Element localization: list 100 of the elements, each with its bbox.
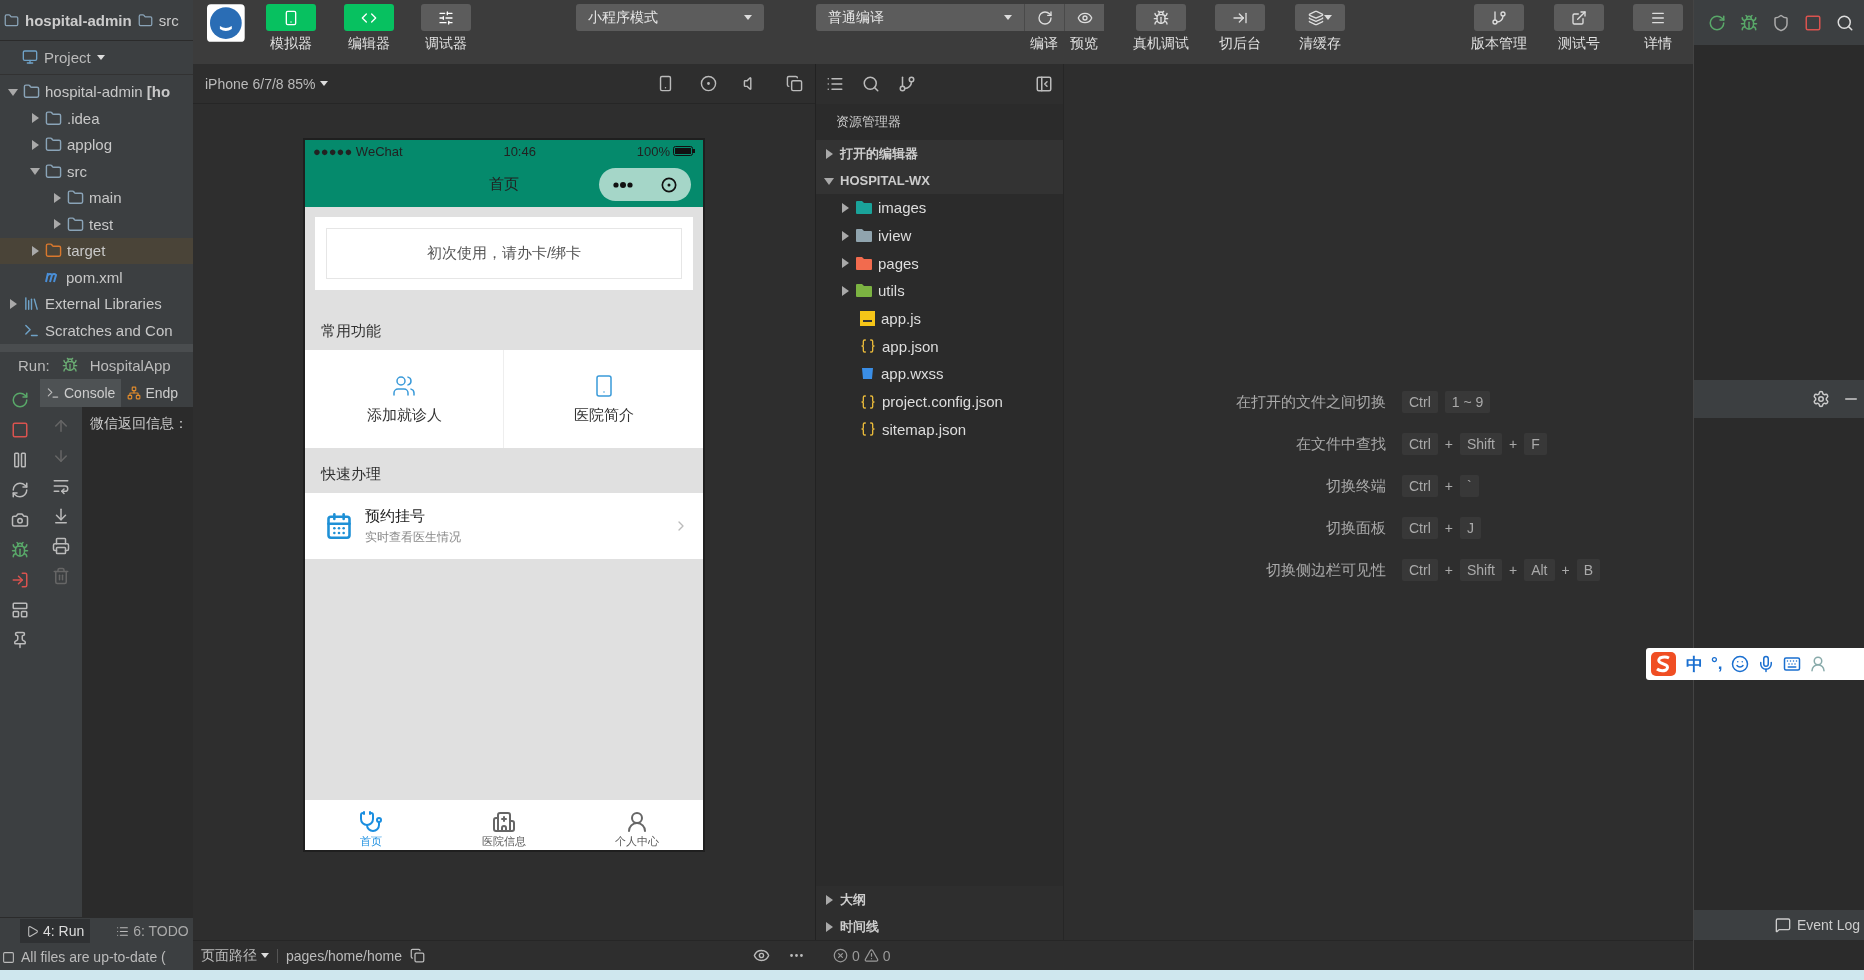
calendar-icon bbox=[325, 512, 353, 540]
file-item[interactable]: app.json bbox=[816, 332, 1063, 361]
pin-icon[interactable] bbox=[11, 631, 29, 650]
explorer-section[interactable]: HOSPITAL-WX bbox=[816, 167, 1063, 194]
collapsed-arrow-icon[interactable] bbox=[8, 298, 18, 309]
layout-icon[interactable] bbox=[11, 601, 29, 620]
keyboard-icon[interactable] bbox=[1782, 655, 1801, 673]
tree-item[interactable]: main bbox=[0, 184, 193, 212]
branch-icon[interactable] bbox=[898, 75, 916, 93]
device-select[interactable]: iPhone 6/7/8 85% bbox=[205, 75, 328, 92]
collapsed-arrow-icon[interactable] bbox=[30, 139, 40, 150]
collapsed-arrow-icon[interactable] bbox=[30, 245, 40, 256]
run-config-tab[interactable]: HospitalApp bbox=[89, 356, 171, 374]
file-item[interactable]: sitemap.json bbox=[816, 415, 1063, 444]
expanded-arrow-icon[interactable] bbox=[30, 166, 40, 177]
coverage-icon[interactable] bbox=[1772, 13, 1790, 32]
css-file-icon bbox=[860, 366, 875, 382]
search-icon[interactable] bbox=[1836, 13, 1854, 32]
console-tab[interactable]: Endp bbox=[121, 379, 185, 408]
project-view-selector[interactable]: Project bbox=[44, 48, 91, 66]
pause-icon[interactable] bbox=[11, 451, 29, 470]
tree-item[interactable]: applog bbox=[0, 131, 193, 159]
toolbar-button[interactable] bbox=[1136, 4, 1187, 31]
tree-item[interactable]: hospital-admin [ho bbox=[0, 78, 193, 106]
smiley-icon[interactable] bbox=[1730, 655, 1749, 673]
tab-bar-item[interactable]: 首页 bbox=[305, 800, 438, 850]
compile-select[interactable]: 普通编译 bbox=[815, 4, 1025, 31]
copy-icon[interactable] bbox=[409, 948, 425, 963]
tree-item[interactable]: target bbox=[0, 237, 193, 265]
punctuation-mode[interactable]: °, bbox=[1711, 654, 1723, 674]
file-item[interactable]: app.wxss bbox=[816, 360, 1063, 388]
debug-icon[interactable] bbox=[11, 541, 29, 560]
search-icon[interactable] bbox=[862, 75, 880, 93]
collapsed-arrow-icon[interactable] bbox=[52, 219, 62, 230]
file-item[interactable]: project.config.json bbox=[816, 387, 1063, 416]
arrow-icon bbox=[840, 258, 850, 269]
windows-icon[interactable] bbox=[786, 75, 803, 92]
expanded-arrow-icon[interactable] bbox=[8, 86, 18, 97]
rerun-icon[interactable] bbox=[1708, 13, 1726, 32]
wrap-text-icon[interactable] bbox=[52, 477, 70, 496]
compile-action-button[interactable] bbox=[1064, 4, 1105, 31]
breadcrumb-item[interactable]: src bbox=[158, 11, 179, 29]
more-icon[interactable] bbox=[613, 181, 633, 188]
warning-icon bbox=[863, 948, 879, 963]
mode-select[interactable]: 小程序模式 bbox=[576, 4, 764, 31]
feature-tile[interactable]: 医院简介 bbox=[504, 350, 703, 448]
tab-bar-item[interactable]: 个人中心 bbox=[570, 800, 703, 850]
tree-item[interactable]: pom.xml bbox=[0, 264, 193, 291]
collapsed-arrow-icon[interactable] bbox=[30, 113, 40, 124]
console-tab[interactable]: Console bbox=[40, 379, 122, 408]
view-toggle-button[interactable] bbox=[421, 4, 472, 31]
toolbar-button[interactable] bbox=[1553, 4, 1604, 31]
toolbar-button[interactable] bbox=[1215, 4, 1266, 31]
view-toggle-button[interactable] bbox=[266, 4, 317, 31]
button-label: 清缓存 bbox=[1298, 35, 1341, 53]
status-icon bbox=[2, 950, 15, 964]
file-item[interactable]: pages bbox=[816, 249, 1063, 278]
bind-card-button[interactable]: 初次使用，请办卡/绑卡 bbox=[326, 228, 682, 279]
rerun-icon[interactable] bbox=[11, 391, 29, 410]
tree-item[interactable]: Scratches and Con bbox=[0, 317, 193, 344]
debug-icon[interactable] bbox=[1740, 13, 1758, 32]
file-item[interactable]: app.js bbox=[816, 304, 1063, 333]
capsule-button[interactable] bbox=[599, 168, 691, 201]
camera-icon[interactable] bbox=[11, 511, 29, 530]
file-item[interactable]: utils bbox=[816, 277, 1063, 305]
phone-icon[interactable] bbox=[657, 75, 674, 92]
tree-item[interactable]: External Libraries bbox=[0, 290, 193, 318]
tool-window-tab[interactable]: 6: TODO bbox=[110, 919, 193, 944]
settings-icon[interactable] bbox=[1812, 390, 1830, 408]
file-item[interactable]: iview bbox=[816, 221, 1063, 250]
toolbar-button[interactable] bbox=[1474, 4, 1525, 31]
refresh-icon[interactable] bbox=[11, 481, 29, 500]
toolbar-button[interactable] bbox=[1633, 4, 1684, 31]
eye-icon[interactable] bbox=[753, 947, 770, 964]
tree-item[interactable]: .idea bbox=[0, 105, 193, 132]
view-toggle-button[interactable] bbox=[343, 4, 394, 31]
terminal-icon bbox=[46, 386, 60, 401]
folder-icon bbox=[45, 136, 62, 154]
print-icon[interactable] bbox=[52, 537, 70, 556]
tree-item[interactable]: test bbox=[0, 211, 193, 238]
tool-window-tab[interactable]: 4: Run bbox=[20, 919, 91, 944]
tree-item[interactable]: src bbox=[0, 158, 193, 185]
collapse-panel-icon[interactable] bbox=[1035, 75, 1053, 93]
feature-tile[interactable]: 添加就诊人 bbox=[305, 350, 504, 448]
stop-icon[interactable] bbox=[11, 421, 29, 440]
exit-icon[interactable] bbox=[11, 571, 29, 590]
page-path-selector[interactable]: 页面路径 bbox=[201, 946, 269, 965]
list-icon[interactable] bbox=[826, 75, 844, 93]
stop-icon[interactable] bbox=[1804, 13, 1822, 32]
scroll-to-end-icon[interactable] bbox=[52, 507, 70, 526]
list-item[interactable]: 预约挂号 实时查看医生情况 bbox=[305, 493, 703, 559]
breadcrumb-item[interactable]: hospital-admin bbox=[25, 11, 132, 29]
file-item[interactable]: images bbox=[816, 194, 1063, 222]
record-icon[interactable] bbox=[700, 75, 717, 92]
compile-action-button[interactable] bbox=[1024, 4, 1065, 31]
explorer-section[interactable]: 打开的编辑器 bbox=[816, 140, 1063, 167]
toolbar-button[interactable] bbox=[1294, 4, 1345, 31]
collapsed-arrow-icon[interactable] bbox=[52, 192, 62, 203]
tab-bar-item[interactable]: 医院信息 bbox=[437, 800, 571, 850]
input-mode[interactable]: 中 bbox=[1686, 652, 1703, 676]
